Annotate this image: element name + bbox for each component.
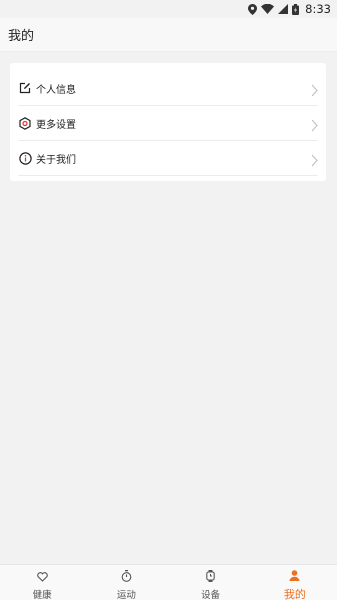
signal-icon	[278, 4, 289, 14]
menu-item-label: 关于我们	[36, 154, 76, 166]
chevron-right-icon	[311, 82, 318, 101]
menu-item-label: 更多设置	[36, 119, 76, 131]
battery-icon	[292, 3, 300, 15]
info-icon	[18, 151, 32, 165]
tab-device[interactable]: 设备	[169, 565, 253, 600]
tab-label: 设备	[201, 589, 221, 600]
chevron-right-icon	[311, 152, 318, 171]
menu-item-personal-info[interactable]: 个人信息	[18, 71, 318, 106]
app-header: 我的	[0, 18, 337, 52]
page-title: 我的	[8, 29, 35, 44]
menu-card: 个人信息 更多设置 关于我们	[10, 63, 326, 181]
status-bar: 8:33	[0, 0, 337, 18]
edit-icon	[18, 81, 32, 95]
status-time: 8:33	[305, 2, 331, 16]
tab-mine[interactable]: 我的	[253, 565, 337, 600]
tab-health[interactable]: 健康	[0, 565, 84, 600]
person-icon	[289, 566, 300, 585]
tab-label: 健康	[32, 589, 52, 600]
menu-item-about-us[interactable]: 关于我们	[18, 141, 318, 176]
watch-icon	[206, 567, 215, 586]
bottom-tab-bar: 健康 运动 设备 我的	[0, 564, 337, 600]
menu-item-label: 个人信息	[36, 84, 76, 96]
chevron-right-icon	[311, 117, 318, 136]
menu-item-more-settings[interactable]: 更多设置	[18, 106, 318, 141]
stopwatch-icon	[121, 567, 132, 586]
tab-sport[interactable]: 运动	[84, 565, 168, 600]
wifi-icon	[261, 4, 275, 14]
heart-icon	[36, 567, 48, 586]
location-icon	[248, 3, 258, 15]
tab-label: 运动	[116, 589, 136, 600]
settings-hexagon-icon	[18, 116, 32, 130]
tab-label: 我的	[283, 587, 306, 600]
